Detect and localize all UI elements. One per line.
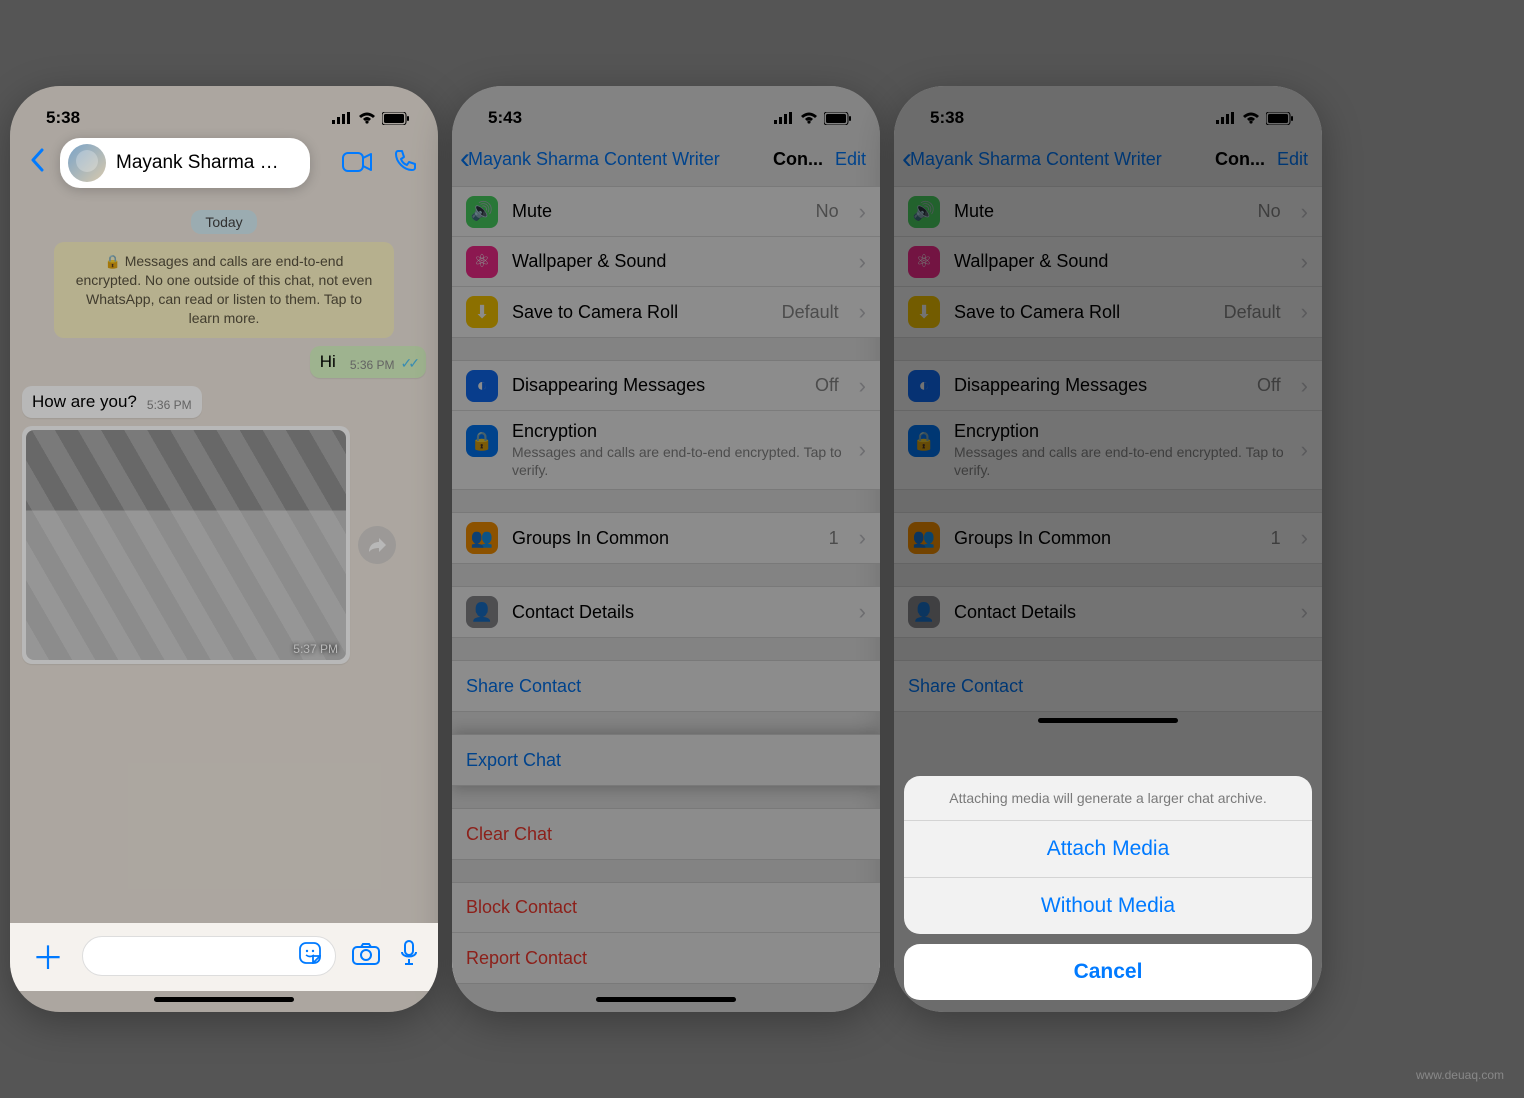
battery-icon	[382, 112, 410, 125]
camera-button[interactable]	[348, 941, 384, 972]
watermark: www.deuaq.com	[1416, 1068, 1504, 1082]
sheet-options: Attaching media will generate a larger c…	[904, 776, 1312, 934]
phone-chat-screen: 5:38 Mayank Sharma Co...	[10, 86, 438, 1012]
mic-button[interactable]	[396, 940, 422, 973]
signal-icon	[332, 112, 352, 124]
attach-button[interactable]: ＋	[26, 933, 70, 979]
sticker-icon[interactable]	[299, 942, 321, 970]
action-sheet: Attaching media will generate a larger c…	[904, 776, 1312, 1000]
camera-icon	[352, 943, 380, 965]
chevron-left-icon	[30, 148, 44, 172]
input-bar: ＋	[10, 923, 438, 991]
dim-overlay	[10, 86, 438, 1012]
video-icon	[342, 152, 372, 172]
phone-icon	[394, 148, 418, 172]
wifi-icon	[358, 112, 376, 124]
avatar	[68, 144, 106, 182]
mic-icon	[400, 940, 418, 966]
message-input[interactable]	[82, 936, 336, 976]
without-media-button[interactable]: Without Media	[904, 878, 1312, 934]
sheet-hint: Attaching media will generate a larger c…	[904, 776, 1312, 821]
contact-name: Mayank Sharma Co...	[116, 152, 291, 174]
status-bar: 5:38	[10, 86, 438, 136]
home-indicator[interactable]	[1038, 718, 1178, 723]
dim-overlay	[452, 86, 880, 1012]
back-button[interactable]	[24, 142, 50, 184]
status-right	[332, 112, 410, 125]
status-time: 5:38	[46, 108, 80, 128]
chat-header: Mayank Sharma Co...	[10, 136, 438, 202]
voice-call-button[interactable]	[388, 143, 424, 183]
cancel-button[interactable]: Cancel	[904, 944, 1312, 1000]
contact-header-pill[interactable]: Mayank Sharma Co...	[60, 138, 310, 188]
video-call-button[interactable]	[336, 143, 378, 183]
attach-media-button[interactable]: Attach Media	[904, 821, 1312, 878]
home-indicator[interactable]	[154, 997, 294, 1002]
phone-export-sheet: 5:38 ‹ Mayank Sharma Content Writer Con.…	[894, 86, 1322, 1012]
phone-contact-info: 5:43 ‹ Mayank Sharma Content Writer Con.…	[452, 86, 880, 1012]
